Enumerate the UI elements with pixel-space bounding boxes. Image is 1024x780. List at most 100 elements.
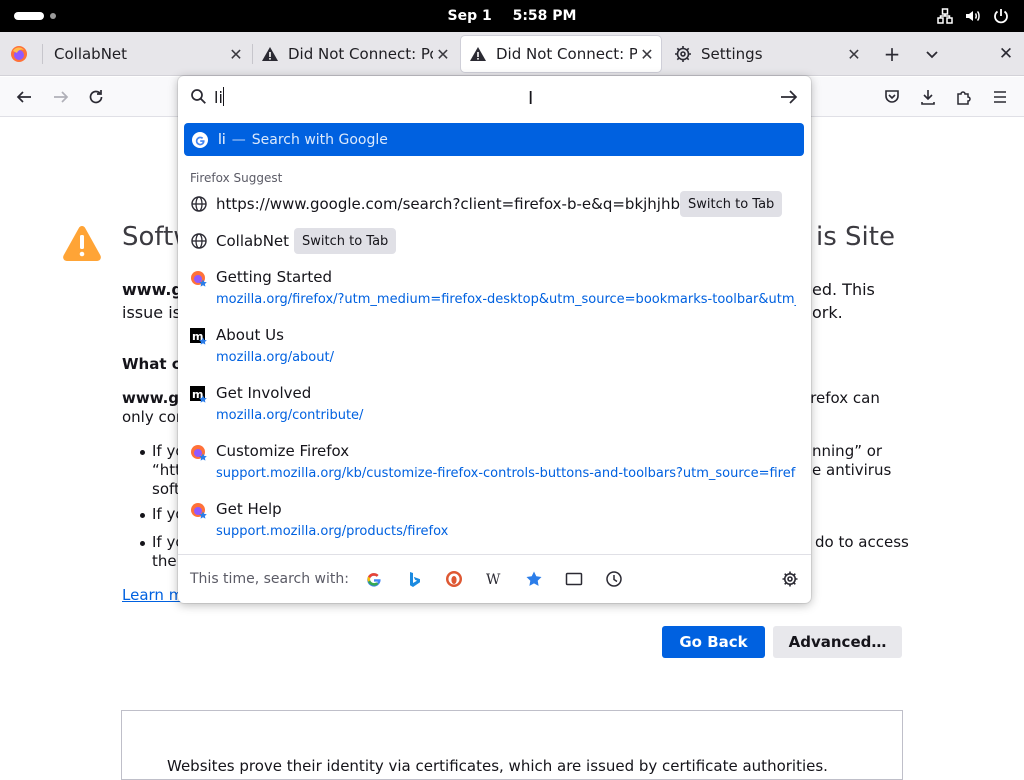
- system-tray[interactable]: [936, 7, 1010, 25]
- bullet-text: soft: [152, 480, 180, 498]
- list-all-tabs-button[interactable]: [920, 42, 944, 66]
- bing-icon: [410, 572, 420, 587]
- close-icon: ✕: [998, 44, 1014, 64]
- power-icon: [994, 9, 1008, 24]
- search-icon: [191, 89, 206, 104]
- bullet-text-end: do to access: [815, 533, 909, 551]
- volume-icon: [966, 10, 980, 22]
- pocket-icon: [885, 90, 899, 103]
- tab-collabnet[interactable]: CollabNet ✕: [54, 36, 246, 72]
- error-text-end: ed. This: [812, 280, 875, 299]
- divider: [178, 554, 811, 555]
- result-title: https://www.google.com/search?client=fir…: [216, 195, 712, 213]
- back-button[interactable]: [12, 85, 36, 109]
- downloads-button[interactable]: [916, 85, 940, 109]
- close-icon[interactable]: ✕: [637, 44, 657, 64]
- page-title-end: is Site: [816, 222, 895, 252]
- learn-more-link[interactable]: Learn m: [122, 586, 183, 604]
- tab-label: Settings: [701, 45, 763, 63]
- advanced-panel: Websites prove their identity via certif…: [121, 710, 903, 780]
- result-title: Get Help: [216, 500, 282, 518]
- url-input[interactable]: [214, 84, 754, 110]
- bookmarks-search-button[interactable]: [524, 569, 544, 589]
- clock[interactable]: Sep 1 5:58 PM: [0, 0, 1024, 32]
- search-suggestion-selected[interactable]: li — Search with Google: [184, 123, 804, 156]
- close-icon[interactable]: ✕: [226, 44, 246, 64]
- warning-icon: [63, 226, 101, 261]
- urlbar[interactable]: I: [178, 76, 811, 118]
- warning-icon: [470, 47, 486, 61]
- network-icon: [937, 8, 953, 24]
- error-text-end: ork.: [812, 303, 843, 322]
- close-icon[interactable]: ✕: [844, 44, 864, 64]
- result-row[interactable]: CollabNet Switch to Tab: [184, 227, 804, 255]
- switch-to-tab-button[interactable]: Switch to Tab: [294, 228, 397, 254]
- globe-icon: [191, 196, 207, 212]
- forward-arrow-icon: [54, 91, 69, 103]
- bullet: [140, 541, 145, 546]
- result-row[interactable]: m About Us mozilla.org/about/: [184, 326, 804, 372]
- tab-firefox-view[interactable]: [10, 36, 40, 72]
- menu-button[interactable]: [988, 85, 1012, 109]
- certificate-info-text: Websites prove their identity via certif…: [167, 757, 828, 775]
- tab-settings[interactable]: Settings ✕: [674, 36, 864, 72]
- globe-icon: [191, 233, 207, 249]
- new-tab-button[interactable]: +: [880, 42, 904, 66]
- search-settings-button[interactable]: [780, 569, 800, 589]
- history-search-button[interactable]: [604, 569, 624, 589]
- go-arrow-icon[interactable]: [778, 86, 800, 108]
- bullet-text: “htt: [152, 461, 182, 479]
- urlbar-dropdown: I li — Search with Google Firefox Sugges…: [178, 76, 811, 603]
- tab-strip: CollabNet ✕ Did Not Connect: Poter ✕ Did…: [0, 32, 1024, 76]
- result-row[interactable]: m Get Involved mozilla.org/contribute/: [184, 384, 804, 430]
- switch-to-tab-button[interactable]: Switch to Tab: [680, 191, 783, 217]
- mozilla-bookmark-icon: m: [190, 328, 207, 345]
- reload-button[interactable]: [84, 85, 108, 109]
- pocket-button[interactable]: [880, 85, 904, 109]
- svg-text:W: W: [486, 572, 501, 588]
- result-title: CollabNet: [216, 232, 290, 250]
- chevron-down-icon: [926, 51, 938, 59]
- suggestion-separator: —: [231, 131, 246, 148]
- close-window-button[interactable]: ✕: [994, 42, 1018, 66]
- tab-did-not-connect-2[interactable]: Did Not Connect: Poter ✕: [461, 36, 661, 72]
- close-icon[interactable]: ✕: [433, 44, 453, 64]
- gear-icon: [675, 46, 691, 62]
- tabs-icon: [565, 572, 583, 586]
- go-back-button[interactable]: Go Back: [662, 626, 765, 658]
- text-cursor-icon: I: [528, 88, 534, 109]
- forward-button[interactable]: [49, 85, 73, 109]
- puzzle-icon: [957, 91, 971, 105]
- warning-icon: [262, 47, 278, 61]
- firefox-bookmark-icon: [191, 271, 207, 287]
- suggestion-action: Search with Google: [251, 131, 388, 148]
- google-engine-button[interactable]: [364, 569, 384, 589]
- tab-label: Did Not Connect: Poter: [288, 45, 433, 63]
- google-icon: [192, 131, 208, 148]
- suggestion-text: li: [218, 131, 226, 148]
- tabs-search-button[interactable]: [564, 569, 584, 589]
- back-arrow-icon: [16, 91, 31, 103]
- tab-did-not-connect-1[interactable]: Did Not Connect: Poter ✕: [261, 36, 453, 72]
- result-row[interactable]: https://www.google.com/search?client=fir…: [184, 190, 804, 218]
- duckduckgo-engine-button[interactable]: [444, 569, 464, 589]
- result-row[interactable]: Customize Firefox support.mozilla.org/kb…: [184, 442, 804, 488]
- bing-engine-button[interactable]: [404, 569, 424, 589]
- result-url: mozilla.org/contribute/: [216, 408, 364, 423]
- hamburger-icon: [994, 91, 1006, 103]
- result-row[interactable]: Get Help support.mozilla.org/products/fi…: [184, 500, 804, 546]
- time-label: 5:58 PM: [512, 8, 577, 24]
- extensions-button[interactable]: [952, 85, 976, 109]
- explanation-text-end: irefox can: [806, 389, 880, 407]
- result-url: mozilla.org/firefox/?utm_medium=firefox-…: [216, 292, 796, 307]
- firefox-bookmark-icon: [191, 503, 207, 519]
- bullet: [140, 513, 145, 518]
- gear-icon: [782, 571, 798, 587]
- wikipedia-engine-button[interactable]: W: [484, 569, 504, 589]
- result-title: About Us: [216, 326, 284, 344]
- google-icon: [367, 573, 381, 587]
- result-row[interactable]: Getting Started mozilla.org/firefox/?utm…: [184, 268, 804, 314]
- advanced-button[interactable]: Advanced…: [773, 626, 902, 658]
- firefox-bookmark-icon: [191, 445, 207, 461]
- firefox-suggest-label: Firefox Suggest: [190, 171, 283, 185]
